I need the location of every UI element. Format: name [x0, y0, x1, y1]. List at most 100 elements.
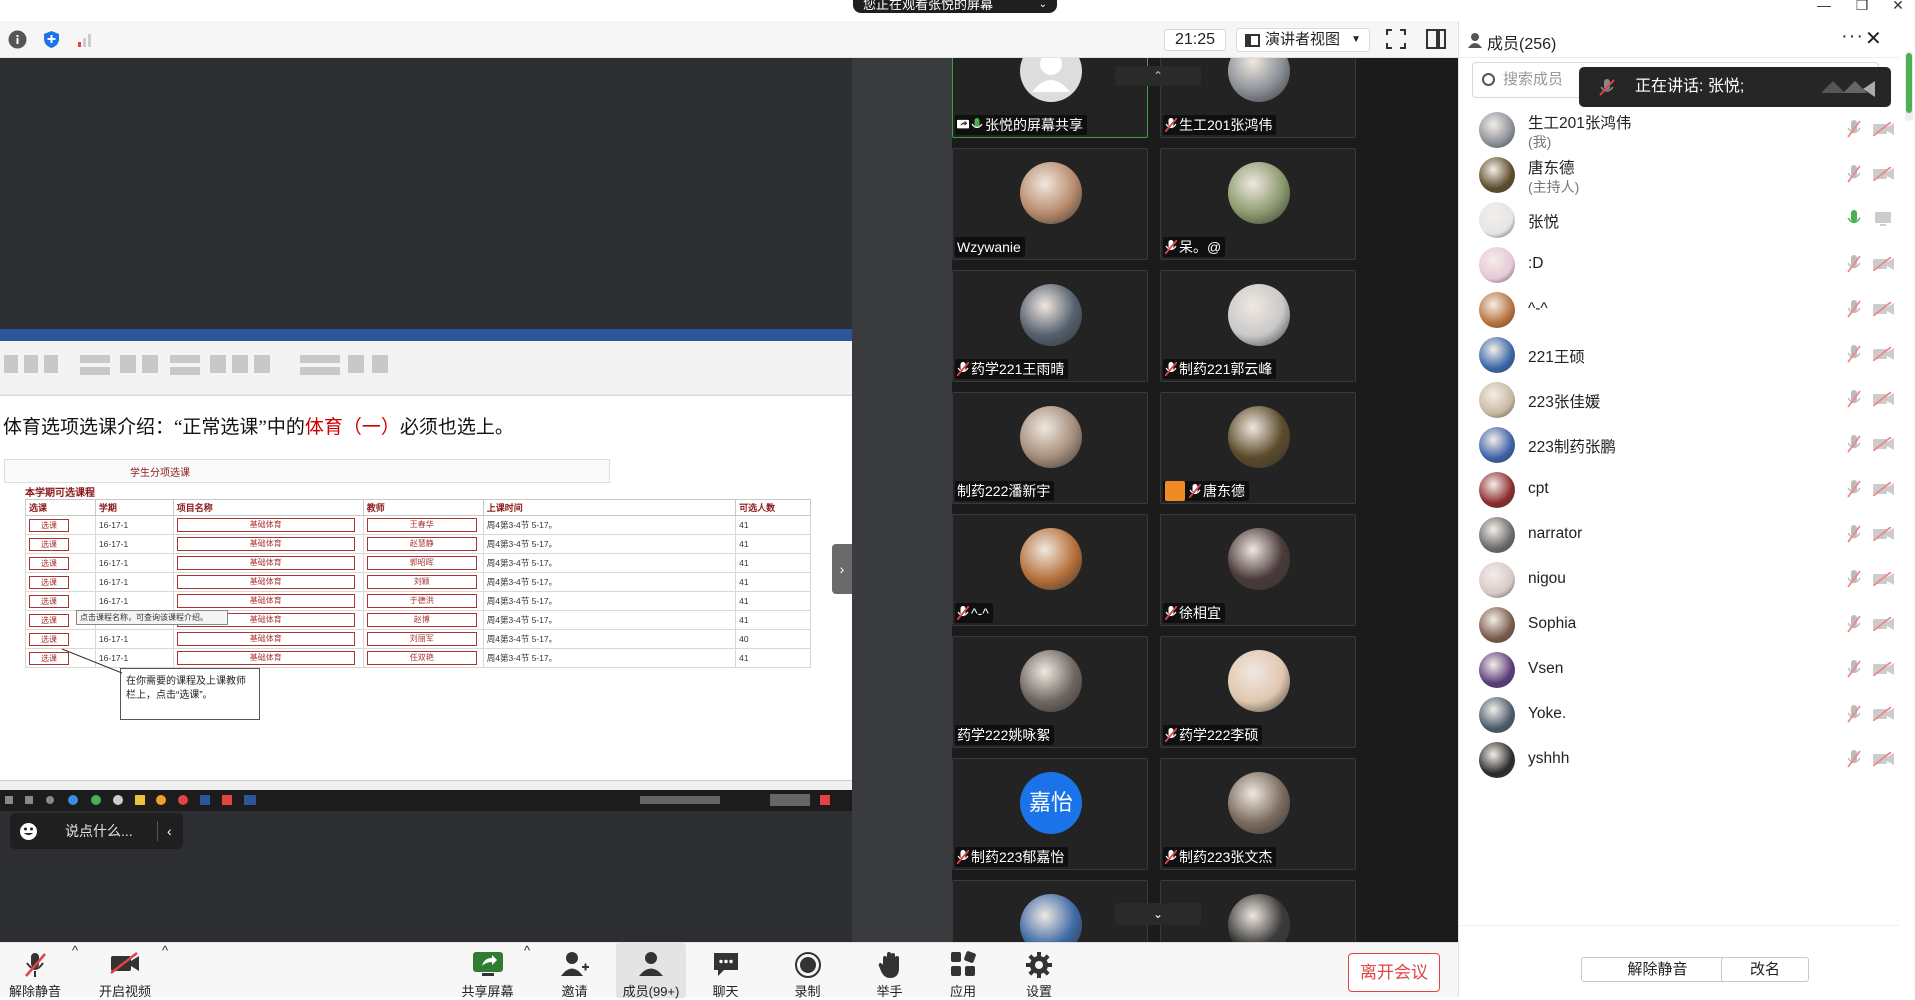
camera-off-icon[interactable]: [1873, 392, 1895, 406]
panel-scrollbar[interactable]: [1905, 51, 1913, 121]
camera-off-icon[interactable]: [1873, 572, 1895, 586]
camera-off-icon[interactable]: [1873, 167, 1895, 181]
select-course-button[interactable]: 选课: [29, 518, 69, 532]
mic-muted-icon[interactable]: [1847, 750, 1861, 768]
video-tile[interactable]: 制药222潘新宇: [952, 392, 1148, 504]
share-options-caret[interactable]: ^: [524, 943, 530, 998]
sidebar-toggle-icon[interactable]: [1426, 29, 1446, 49]
camera-off-icon[interactable]: [1873, 527, 1895, 541]
video-tile[interactable]: Wzywanie: [952, 148, 1148, 260]
video-tile[interactable]: 药学222姚咏絮: [952, 636, 1148, 748]
mic-on-icon[interactable]: [1847, 210, 1861, 228]
gallery-scroll-up-button[interactable]: ⌃: [1115, 66, 1201, 86]
collapse-panel-button[interactable]: ›: [832, 544, 852, 594]
camera-off-icon[interactable]: [1873, 437, 1895, 451]
camera-off-icon[interactable]: [1873, 752, 1895, 766]
chat-button[interactable]: 聊天: [703, 943, 748, 999]
unmute-button[interactable]: 解除静音: [5, 943, 65, 999]
audio-options-caret[interactable]: ^: [72, 943, 78, 998]
teacher-name-link[interactable]: 赵博: [366, 613, 477, 627]
teacher-name-link[interactable]: 赵慧静: [366, 537, 477, 551]
invite-button[interactable]: 邀请: [552, 943, 597, 999]
camera-off-icon[interactable]: [1873, 482, 1895, 496]
mic-muted-icon[interactable]: [1847, 255, 1861, 273]
teacher-name-link[interactable]: 于德洪: [366, 594, 477, 608]
teacher-name-link[interactable]: 王春华: [366, 518, 477, 532]
chat-input-pill[interactable]: 说点什么... ‹: [10, 813, 183, 849]
project-name-link[interactable]: 基础体育: [176, 632, 355, 646]
project-name-link[interactable]: 基础体育: [176, 518, 355, 532]
teacher-name-link[interactable]: 任双艳: [366, 651, 477, 665]
unmute-all-button[interactable]: 解除静音: [1581, 957, 1734, 982]
members-button[interactable]: 成员(99+): [616, 943, 686, 999]
video-tile[interactable]: 制药221郭云峰: [1160, 270, 1356, 382]
leave-meeting-button[interactable]: 离开会议: [1348, 953, 1440, 992]
fullscreen-icon[interactable]: [1386, 29, 1406, 49]
select-course-button[interactable]: 选课: [29, 556, 69, 570]
record-button[interactable]: 录制: [785, 943, 830, 999]
mic-muted-icon[interactable]: [1847, 435, 1861, 453]
pin-arrow-icon[interactable]: [1813, 77, 1883, 97]
teacher-name-link[interactable]: 刘丽军: [366, 632, 477, 646]
select-course-button[interactable]: 选课: [29, 594, 69, 608]
camera-off-icon[interactable]: [1873, 302, 1895, 316]
project-name-link[interactable]: 基础体育: [176, 575, 355, 589]
video-tile[interactable]: 唐东德: [1160, 392, 1356, 504]
close-panel-button[interactable]: ✕: [1865, 26, 1882, 51]
project-name-link[interactable]: 基础体育: [176, 651, 355, 665]
chevron-left-icon[interactable]: ‹: [167, 813, 172, 849]
mic-muted-icon[interactable]: [1847, 165, 1861, 183]
gallery-scroll-down-button[interactable]: ⌄: [1115, 903, 1201, 925]
project-name-link[interactable]: 基础体育: [176, 594, 355, 608]
info-icon[interactable]: [8, 30, 27, 49]
camera-off-icon[interactable]: [1873, 257, 1895, 271]
more-options-icon[interactable]: ···: [1841, 25, 1864, 48]
minimize-button[interactable]: —: [1804, 0, 1844, 14]
project-name-link[interactable]: 基础体育: [176, 556, 355, 570]
select-course-button[interactable]: 选课: [29, 613, 69, 627]
view-mode-dropdown[interactable]: 演讲者视图 ▼: [1236, 28, 1370, 52]
mic-muted-icon[interactable]: [1847, 705, 1861, 723]
raise-hand-button[interactable]: 举手: [867, 943, 912, 999]
mic-muted-icon[interactable]: [1847, 390, 1861, 408]
chevron-down-icon[interactable]: ⌄: [1039, 0, 1047, 10]
mic-muted-icon[interactable]: [1847, 525, 1861, 543]
camera-off-icon[interactable]: [1873, 347, 1895, 361]
mic-muted-icon[interactable]: [1847, 480, 1861, 498]
teacher-name-link[interactable]: 郭昭晖: [366, 556, 477, 570]
camera-off-icon[interactable]: [1873, 662, 1895, 676]
video-tile[interactable]: 制药223张文杰: [1160, 758, 1356, 870]
start-video-button[interactable]: 开启视频: [95, 943, 155, 999]
video-tile[interactable]: 药学221王雨晴: [952, 270, 1148, 382]
video-tile[interactable]: 嘉怡 制药223郁嘉怡: [952, 758, 1148, 870]
share-banner[interactable]: 您正在观看张悦的屏幕 ⌄: [853, 0, 1057, 13]
video-tile[interactable]: 呆。@: [1160, 148, 1356, 260]
mic-muted-icon[interactable]: [1847, 570, 1861, 588]
video-tile[interactable]: ^-^: [952, 514, 1148, 626]
mic-muted-icon[interactable]: [1847, 345, 1861, 363]
security-shield-icon[interactable]: [42, 30, 61, 49]
select-course-button[interactable]: 选课: [29, 632, 69, 646]
settings-button[interactable]: 设置: [1018, 943, 1060, 999]
video-options-caret[interactable]: ^: [162, 943, 168, 998]
signal-stats-icon[interactable]: [76, 30, 95, 49]
close-window-button[interactable]: ✕: [1878, 0, 1915, 14]
camera-off-icon[interactable]: [1873, 122, 1895, 136]
video-tile[interactable]: 药学222李硕: [1160, 636, 1356, 748]
share-screen-button[interactable]: 共享屏幕: [455, 943, 520, 999]
select-course-button[interactable]: 选课: [29, 537, 69, 551]
mic-muted-icon[interactable]: [1847, 120, 1861, 138]
video-tile[interactable]: 徐相宜: [1160, 514, 1356, 626]
mic-muted-icon[interactable]: [1847, 660, 1861, 678]
emoji-icon[interactable]: [20, 823, 37, 840]
camera-off-icon[interactable]: [1873, 707, 1895, 721]
project-name-link[interactable]: 基础体育: [176, 537, 355, 551]
apps-button[interactable]: 应用: [943, 943, 983, 999]
restore-button[interactable]: ❐: [1842, 0, 1882, 14]
member-row[interactable]: yshhh: [1459, 732, 1899, 787]
mic-muted-icon[interactable]: [1847, 615, 1861, 633]
select-course-button[interactable]: 选课: [29, 575, 69, 589]
mic-muted-icon[interactable]: [1847, 300, 1861, 318]
camera-off-icon[interactable]: [1873, 617, 1895, 631]
panel-scrollbar-thumb[interactable]: [1906, 53, 1912, 113]
